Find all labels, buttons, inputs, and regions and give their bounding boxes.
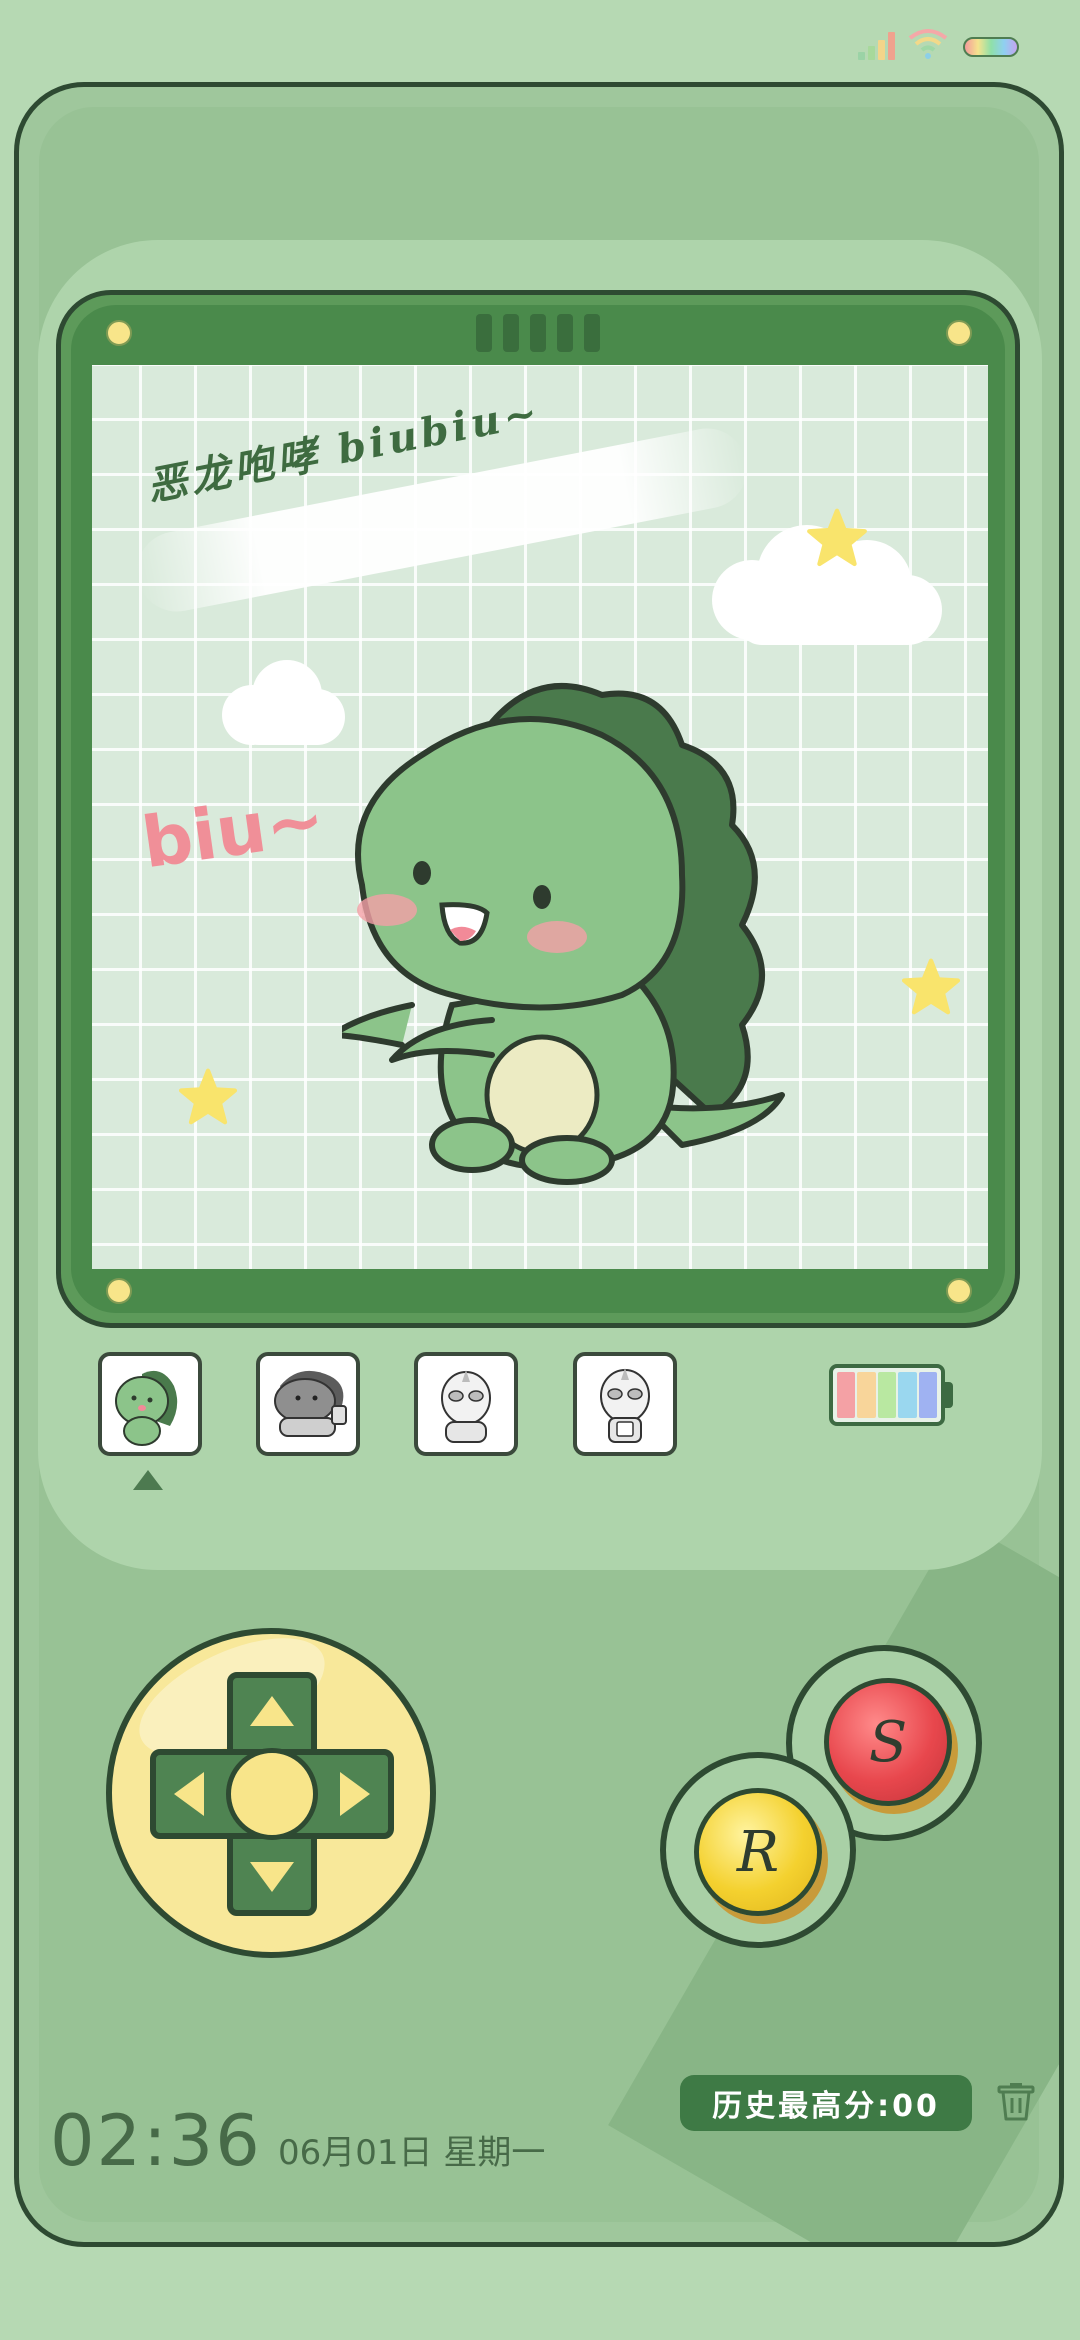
high-score-label: 历史最高分:00: [680, 2075, 972, 2131]
screw-icon: [946, 320, 972, 346]
r-button[interactable]: R: [694, 1788, 822, 1916]
dinosaur-thumbnail-icon: [115, 1370, 178, 1446]
ultraman-thumbnail-icon: [441, 1370, 491, 1443]
speaker-vent: [584, 314, 600, 352]
rainbow-battery-icon: [829, 1364, 945, 1426]
speaker-vent: [557, 314, 573, 352]
dpad[interactable]: [106, 1613, 436, 1958]
theme-thumbnail-gray-dinosaur[interactable]: [256, 1352, 360, 1456]
battery-nub: [945, 1382, 953, 1408]
dpad-center-button[interactable]: [226, 1748, 318, 1840]
s-button[interactable]: S: [824, 1678, 952, 1806]
star-icon: [178, 1068, 238, 1125]
arrow-left-icon[interactable]: [174, 1772, 204, 1816]
arrow-up-icon[interactable]: [250, 1696, 294, 1726]
speaker-vent: [503, 314, 519, 352]
theme-thumbnail-ultraman-1[interactable]: [414, 1352, 518, 1456]
speaker-vent: [476, 314, 492, 352]
battery-icon: [963, 37, 1019, 57]
theme-thumbnail-ultraman-2[interactable]: [573, 1352, 677, 1456]
ultraman-thumbnail-icon: [600, 1368, 650, 1443]
arrow-down-icon[interactable]: [250, 1862, 294, 1892]
star-icon: [807, 508, 867, 567]
selected-indicator-icon: [133, 1470, 163, 1490]
arrow-right-icon[interactable]: [340, 1772, 370, 1816]
dinosaur-illustration: [342, 683, 785, 1185]
trash-icon[interactable]: [997, 2082, 1035, 2122]
clock-date: 06月01日 星期一: [278, 2133, 546, 2173]
signal-icon: [858, 30, 900, 60]
star-icon: [901, 958, 961, 1015]
cloud-icon: [222, 660, 345, 745]
status-bar: [0, 0, 1080, 90]
game-screen: 恶龙咆哮 biubiu~ biu~: [92, 365, 988, 1269]
clock-time: 02:36: [50, 2100, 262, 2182]
speaker-vent: [530, 314, 546, 352]
gray-dinosaur-thumbnail-icon: [274, 1370, 347, 1437]
screw-icon: [946, 1278, 972, 1304]
screw-icon: [106, 1278, 132, 1304]
screw-icon: [106, 320, 132, 346]
biu-text: biu~: [137, 777, 330, 885]
wifi-icon: [908, 29, 948, 59]
theme-thumbnail-green-dinosaur[interactable]: [98, 1352, 202, 1456]
